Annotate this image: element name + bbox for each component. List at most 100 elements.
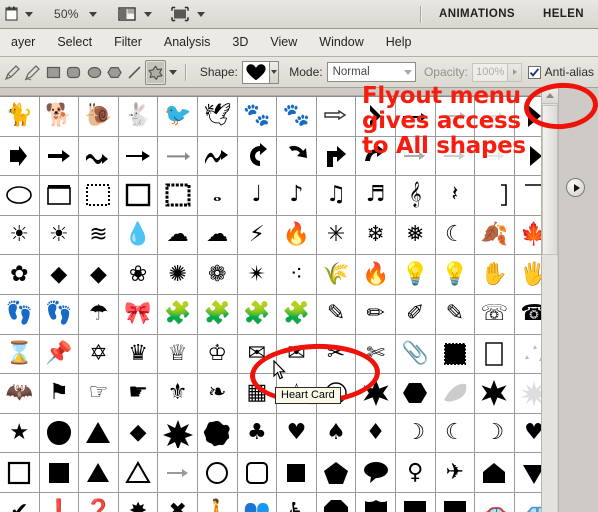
shape-grid[interactable]: 🐈 🐕 🐌 🐇 🐦 🕊 🐾 🐾 𝅝 ♩ ♪ ♫ ♬ 𝄞 𝄽 ☀ ☀ ≋ 💧 ☁ ☁ ⚡ 🔥 ✳ ❄ ❅ ☾ 🍂 🍁 ✿ ◆ ◆ ❀ ✺ ❁ ✴ ⁖ 🌾 🔥 💡… xyxy=(0,96,541,512)
shape-cell-square-outline[interactable] xyxy=(0,453,39,492)
shape-cell-square-filled[interactable] xyxy=(39,453,79,492)
shape-cell-bulb-solid[interactable]: 💡 xyxy=(395,255,435,294)
shape-cell-pentagon-solid[interactable] xyxy=(316,453,356,492)
shape-cell-pencil-2[interactable]: ✏ xyxy=(356,294,395,334)
shape-cell-flourish[interactable]: ❧ xyxy=(197,374,237,413)
shape-preview-well[interactable] xyxy=(241,60,271,84)
shape-cell-pencil-3[interactable]: ✐ xyxy=(395,294,435,334)
shape-cell-grass[interactable]: 🌾 xyxy=(316,255,356,294)
shape-cell-arrow-stack[interactable] xyxy=(158,453,197,492)
shape-cell-snowflake-1[interactable]: ✳ xyxy=(316,215,356,255)
shape-cell-sparkle-dust[interactable] xyxy=(514,334,541,374)
shape-cell-note-paper[interactable] xyxy=(475,334,514,374)
shape-cell-leaf-maple[interactable]: 🍁 xyxy=(514,215,541,255)
shape-cell-triangle-filled[interactable] xyxy=(79,413,118,453)
zoom-level-control[interactable]: 50% xyxy=(38,0,102,29)
shape-cell-pointing-hand-2[interactable]: ☛ xyxy=(118,374,158,413)
shape-cell-puzzle-piece-1[interactable]: 🧩 xyxy=(158,294,197,334)
shape-cell-flower-splat[interactable] xyxy=(197,413,237,453)
shape-cell-stamp[interactable] xyxy=(435,334,475,374)
shape-cell-lightning[interactable]: ⚡ xyxy=(237,215,277,255)
shape-cell-starburst[interactable]: ☀ xyxy=(39,215,79,255)
shape-cell-confetti-dots[interactable]: ⁖ xyxy=(277,255,316,294)
shape-cell-rabbit[interactable]: 🐇 xyxy=(118,97,158,136)
shape-cell-phone-outline[interactable]: ☏ xyxy=(475,294,514,334)
custom-shape-tool-icon[interactable] xyxy=(145,59,166,85)
shape-grid-scrollbar[interactable] xyxy=(541,88,558,512)
shape-cell-car-side[interactable]: 🚗 xyxy=(475,492,514,512)
shape-cell-arrow-spear[interactable] xyxy=(118,136,158,176)
shape-cell-paw-print-2[interactable]: 🐾 xyxy=(277,97,316,136)
shape-cell-frame-corner[interactable] xyxy=(514,176,541,215)
rectangle-tool-icon[interactable] xyxy=(43,60,63,85)
shape-cell-dog[interactable]: 🐕 xyxy=(39,97,79,136)
shape-cell-club-card[interactable]: ♣ xyxy=(237,413,277,453)
shape-cell-bow[interactable]: 🎀 xyxy=(118,294,158,334)
shape-cell-arrow-fade-a[interactable] xyxy=(395,136,435,176)
shape-cell-puzzle-piece-4[interactable]: 🧩 xyxy=(277,294,316,334)
polygon-tool-icon[interactable] xyxy=(104,60,124,85)
blend-mode-select[interactable]: Normal xyxy=(326,62,416,82)
menu-item-layer[interactable]: ayer xyxy=(0,29,46,56)
shape-cell-hand-open[interactable]: ✋ xyxy=(475,255,514,294)
shape-cell-arrow-squiggle[interactable] xyxy=(197,136,237,176)
shape-cell-flame[interactable]: 🔥 xyxy=(277,215,316,255)
workspace-animations-button[interactable]: ANIMATIONS xyxy=(425,8,529,20)
menu-item-filter[interactable]: Filter xyxy=(103,29,153,56)
shape-cell-pushpin[interactable]: 📌 xyxy=(39,334,79,374)
shape-cell-flower-4petal[interactable]: ❀ xyxy=(118,255,158,294)
menu-item-select[interactable]: Select xyxy=(46,29,103,56)
shape-cell-arrow-faded-1[interactable] xyxy=(435,97,475,136)
shape-cell-checkmark[interactable]: ✔ xyxy=(0,492,39,512)
shape-cell-cat[interactable]: 🐈 xyxy=(0,97,39,136)
shape-picker-chevron-icon[interactable] xyxy=(270,60,280,84)
shape-cell-arrow-line[interactable] xyxy=(395,97,435,136)
shape-cell-arrow-curl[interactable] xyxy=(356,136,395,176)
shape-cell-frame-torn[interactable] xyxy=(118,176,158,215)
shape-cell-arrow-corner[interactable] xyxy=(316,136,356,176)
shape-cell-arrow-curve-right[interactable] xyxy=(277,136,316,176)
shape-cell-music-note-beamed[interactable]: ♫ xyxy=(316,176,356,215)
shape-cell-heart-solid[interactable]: ♥ xyxy=(514,413,541,453)
shape-cell-airplane[interactable]: ✈ xyxy=(435,453,475,492)
shape-cell-flower-star[interactable]: ✺ xyxy=(158,255,197,294)
shape-cell-phone-solid[interactable]: ☎ xyxy=(514,294,541,334)
shape-cell-walk-sign[interactable]: 🚶 xyxy=(197,492,237,512)
shape-cell-bird-perched[interactable]: 🐦 xyxy=(158,97,197,136)
shape-cell-hexagon[interactable] xyxy=(395,374,435,413)
shape-cell-exclamation[interactable]: ❗ xyxy=(39,492,79,512)
menu-item-3d[interactable]: 3D xyxy=(221,29,259,56)
shape-cell-cloud-solid[interactable]: ☁ xyxy=(158,215,197,255)
shape-cell-music-note-whole[interactable]: 𝅝 xyxy=(197,176,237,215)
shape-cell-square-plain[interactable] xyxy=(277,453,316,492)
shape-cell-leaf-tip[interactable] xyxy=(435,374,475,413)
shape-cell-frame-oval[interactable] xyxy=(0,176,39,215)
shape-cell-home-plate[interactable] xyxy=(475,453,514,492)
shape-cell-snowflake-3[interactable]: ❅ xyxy=(395,215,435,255)
shape-cell-arrow-faded-2[interactable] xyxy=(475,97,514,136)
shape-cell-shield-3[interactable] xyxy=(435,492,475,512)
shape-cell-hand-spread[interactable]: 🖐 xyxy=(514,255,541,294)
scrollbar-thumb[interactable] xyxy=(542,105,558,255)
opacity-input[interactable]: 100% xyxy=(471,62,509,82)
shape-cell-paw-print-1[interactable]: 🐾 xyxy=(237,97,277,136)
shape-cell-music-note-eighth[interactable]: ♪ xyxy=(277,176,316,215)
shape-cell-shield-2[interactable] xyxy=(395,492,435,512)
shape-cell-frame-banner[interactable] xyxy=(39,176,79,215)
shape-cell-pencil-1[interactable]: ✎ xyxy=(316,294,356,334)
shape-cell-water-drop[interactable]: 💧 xyxy=(118,215,158,255)
shape-cell-crown-large[interactable]: ♕ xyxy=(158,334,197,374)
opacity-slider-button[interactable] xyxy=(508,62,522,82)
shape-cell-arrow-fade-c[interactable] xyxy=(475,136,514,176)
shape-cell-person-female[interactable]: ♀ xyxy=(395,453,435,492)
shape-cell-crown-ornate[interactable]: ♔ xyxy=(197,334,237,374)
shape-cell-arrow-black-tri[interactable] xyxy=(514,136,541,176)
shape-cell-waves[interactable]: ≋ xyxy=(79,215,118,255)
shape-cell-scissors-1[interactable]: ✂ xyxy=(316,334,356,374)
scroll-up-button[interactable] xyxy=(542,88,558,104)
line-tool-icon[interactable] xyxy=(125,60,145,85)
shape-cell-triangle-line[interactable] xyxy=(118,453,158,492)
shape-cell-arrow-solid-right[interactable] xyxy=(514,97,541,136)
shape-cell-scissors-2[interactable]: ✄ xyxy=(356,334,395,374)
shape-cell-flower-burst[interactable]: ✴ xyxy=(237,255,277,294)
